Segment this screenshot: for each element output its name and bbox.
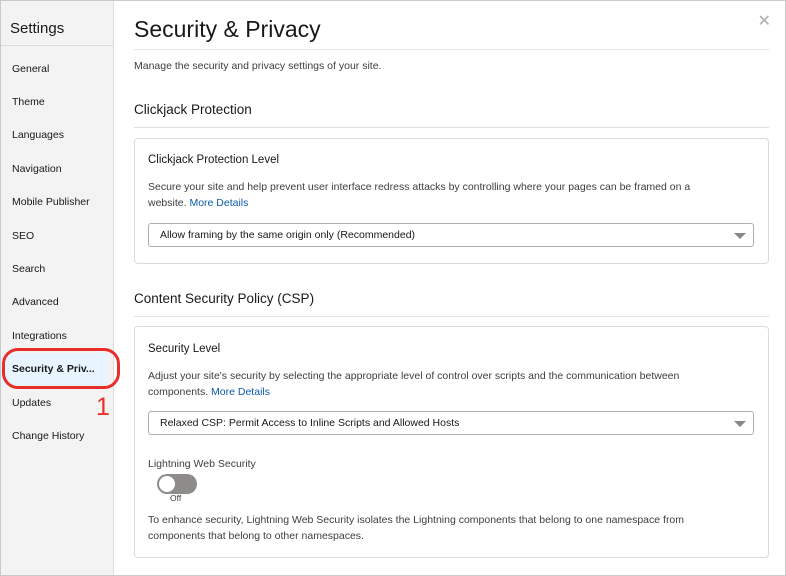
- csp-card-title: Security Level: [148, 343, 221, 355]
- page-description: Manage the security and privacy settings…: [134, 60, 382, 72]
- lws-toggle-state: Off: [170, 493, 182, 503]
- sidebar-item-languages[interactable]: Languages: [1, 119, 113, 152]
- sidebar-item-label: Mobile Publisher: [12, 196, 90, 209]
- page-title: Security & Privacy: [134, 16, 321, 42]
- sidebar-item-navigation[interactable]: Navigation: [1, 152, 113, 185]
- annotation-highlight-ring: [2, 348, 120, 389]
- sidebar-item-label: Updates: [12, 396, 52, 409]
- clickjack-section-title: Clickjack Protection: [134, 102, 252, 117]
- main-panel: ✕ Security & Privacy Manage the security…: [114, 1, 785, 575]
- title-divider: [134, 49, 769, 50]
- csp-select-value: Relaxed CSP: Permit Access to Inline Scr…: [160, 417, 460, 429]
- sidebar-item-change-history[interactable]: Change History: [1, 419, 113, 452]
- csp-level-select[interactable]: Relaxed CSP: Permit Access to Inline Scr…: [148, 411, 754, 435]
- lws-text-line1: To enhance security, Lightning Web Secur…: [148, 514, 685, 526]
- clickjack-text-line2: website.: [148, 197, 187, 209]
- clickjack-level-select[interactable]: Allow framing by the same origin only (R…: [148, 223, 754, 247]
- csp-section-title: Content Security Policy (CSP): [134, 291, 315, 306]
- csp-section-divider: [134, 316, 769, 317]
- sidebar-item-label: General: [12, 62, 50, 75]
- toggle-knob: [159, 476, 175, 492]
- csp-card: Security Level Adjust your site's securi…: [134, 326, 769, 558]
- sidebar-divider: [1, 45, 113, 46]
- lws-label: Lightning Web Security: [148, 458, 256, 470]
- sidebar-item-label: SEO: [12, 229, 35, 242]
- settings-sidebar: Settings General Theme Languages Navigat…: [1, 1, 114, 575]
- csp-more-details-link[interactable]: More Details: [211, 386, 270, 398]
- settings-window: Settings General Theme Languages Navigat…: [0, 0, 786, 576]
- sidebar-item-seo[interactable]: SEO: [1, 219, 113, 252]
- clickjack-card: Clickjack Protection Level Secure your s…: [134, 138, 769, 264]
- chevron-down-icon: [734, 421, 746, 427]
- sidebar-item-label: Navigation: [12, 162, 62, 175]
- sidebar-item-search[interactable]: Search: [1, 252, 113, 285]
- sidebar-item-label: Languages: [12, 129, 64, 142]
- clickjack-more-details-link[interactable]: More Details: [189, 197, 248, 209]
- csp-description: Adjust your site's security by selecting…: [148, 368, 754, 400]
- sidebar-item-label: Change History: [12, 429, 85, 442]
- close-icon[interactable]: ✕: [758, 11, 771, 31]
- annotation-number: 1: [96, 393, 110, 421]
- sidebar-item-label: Search: [12, 263, 46, 276]
- lws-text-line2: components that belong to other namespac…: [148, 530, 364, 542]
- sidebar-item-theme[interactable]: Theme: [1, 85, 113, 118]
- sidebar-item-general[interactable]: General: [1, 52, 113, 85]
- csp-text-line1: Adjust your site's security by selecting…: [148, 370, 680, 382]
- clickjack-description: Secure your site and help prevent user i…: [148, 179, 754, 211]
- sidebar-item-mobile-publisher[interactable]: Mobile Publisher: [1, 186, 113, 219]
- clickjack-select-value: Allow framing by the same origin only (R…: [160, 229, 416, 241]
- clickjack-section-divider: [134, 127, 769, 128]
- sidebar-item-label: Theme: [12, 96, 45, 109]
- sidebar-item-advanced[interactable]: Advanced: [1, 286, 113, 319]
- sidebar-item-label: Integrations: [12, 329, 67, 342]
- csp-text-line2: components.: [148, 386, 209, 398]
- lws-description: To enhance security, Lightning Web Secur…: [148, 512, 754, 544]
- chevron-down-icon: [734, 233, 746, 239]
- lws-toggle[interactable]: [157, 474, 197, 494]
- sidebar-item-label: Advanced: [12, 296, 59, 309]
- clickjack-card-title: Clickjack Protection Level: [148, 154, 280, 166]
- sidebar-title: Settings: [10, 20, 65, 37]
- clickjack-text-line1: Secure your site and help prevent user i…: [148, 181, 691, 193]
